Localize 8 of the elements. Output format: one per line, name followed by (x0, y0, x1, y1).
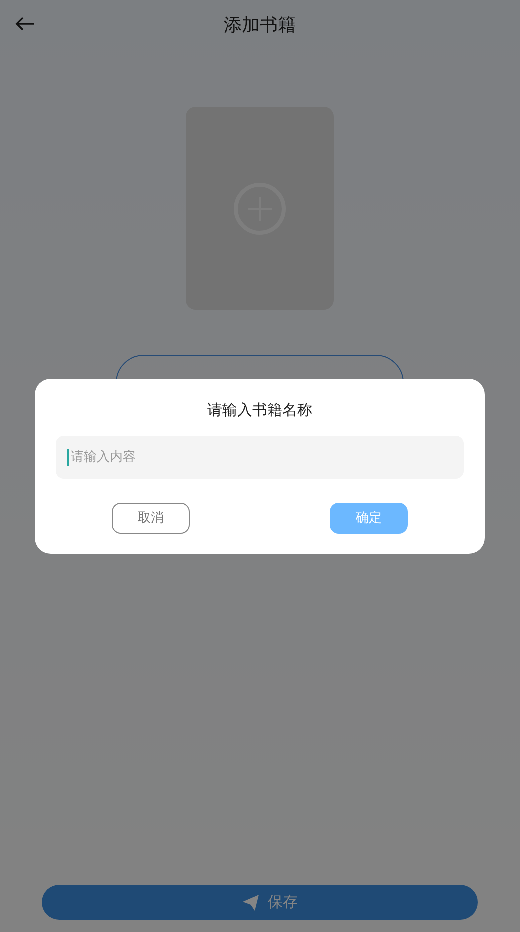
page-title: 添加书籍 (224, 14, 296, 37)
confirm-button[interactable]: 确定 (330, 502, 408, 534)
cancel-button[interactable]: 取消 (112, 502, 190, 534)
dialog-title: 请输入书籍名称 (208, 400, 312, 420)
paper-plane-icon (242, 894, 260, 912)
text-input-field[interactable]: 请输入内容 (56, 436, 464, 478)
back-arrow-icon[interactable] (15, 16, 35, 32)
save-button[interactable]: 保存 (42, 885, 478, 920)
